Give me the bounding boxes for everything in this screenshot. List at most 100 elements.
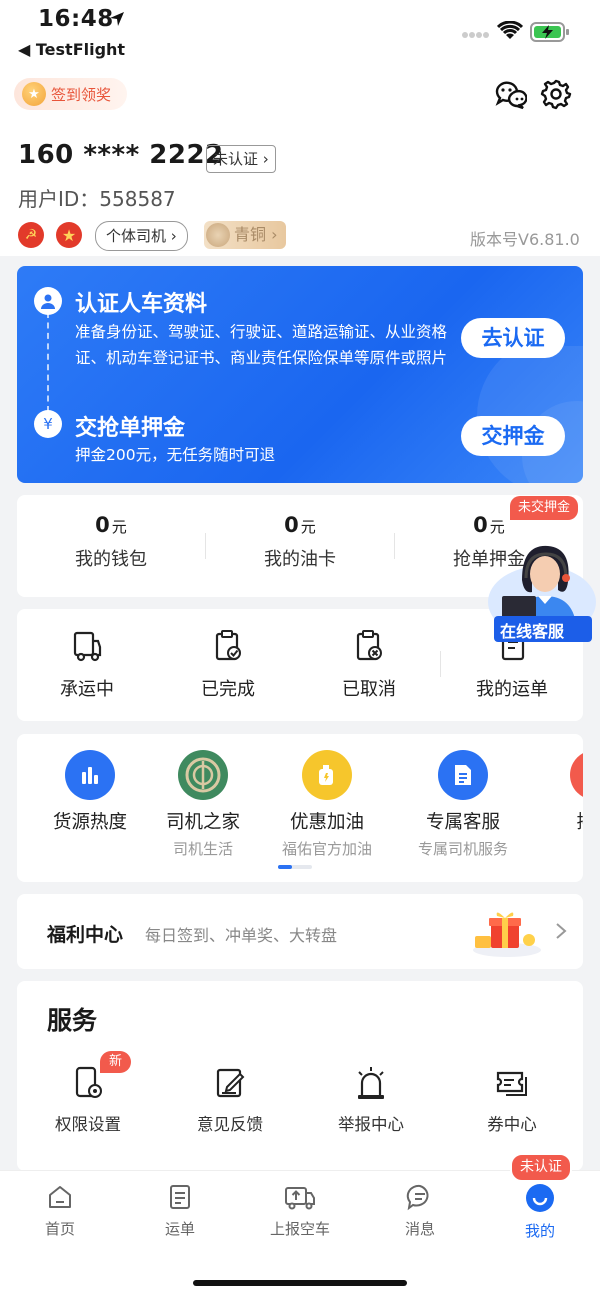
feature-subtitle: 专属司机服务: [417, 840, 508, 858]
order-cancelled[interactable]: 已取消: [299, 629, 439, 701]
order-in-transit[interactable]: 承运中: [17, 629, 157, 701]
home-indicator[interactable]: [193, 1280, 407, 1286]
gift-box-icon: [473, 912, 541, 957]
feature-fuel-discount[interactable]: 优惠加油 福佑官方加油: [265, 750, 389, 859]
medal-icon: ★: [22, 82, 46, 106]
wallet-unit: 元: [111, 518, 127, 536]
party-emblem-icon: ☭: [18, 222, 44, 248]
feature-title: 优惠加油: [289, 812, 364, 833]
feature-driver-home[interactable]: 司机之家 司机生活: [141, 750, 265, 859]
fuel-icon: [302, 750, 352, 800]
deposit-unpaid-badge: 未交押金: [510, 496, 579, 520]
step2-title: 交抢单押金: [75, 416, 186, 441]
verify-status-tag[interactable]: 未认证 ›: [206, 145, 276, 173]
step2-desc: 押金200元，无任务随时可退: [75, 446, 276, 464]
driver-type-tag[interactable]: 个体司机 ›: [95, 221, 188, 251]
fuel-card-label: 我的油卡: [264, 549, 336, 570]
features-carousel: 货源热度 司机之家 司机生活 优惠加油 福佑官方加油 专属客服 专属司机服务 ♪…: [17, 734, 583, 882]
driver-home-logo-icon: [178, 750, 228, 800]
level-tag[interactable]: 青铜 ›: [204, 221, 286, 249]
lottery-icon: ♪: [570, 750, 583, 800]
deposit-value: 0: [473, 513, 488, 537]
user-id: 用户ID：558587: [18, 187, 176, 211]
service-label: 举报中心: [338, 1115, 404, 1134]
wallet-value: 0: [95, 513, 110, 537]
bronze-coin-icon: [206, 223, 230, 247]
welfare-title: 福利中心: [47, 924, 124, 946]
app-version: 版本号V6.81.0: [470, 230, 580, 249]
chevron-right-icon: [556, 923, 567, 939]
verification-card: 认证人车资料 准备身份证、驾驶证、行驶证、道路运输证、从业资格证、机动车登记证书…: [17, 266, 583, 483]
service-label: 券中心: [487, 1115, 537, 1134]
my-wallet[interactable]: 0元 我的钱包: [17, 495, 205, 597]
tab-messages[interactable]: 消息: [360, 1183, 480, 1239]
deposit-unit: 元: [489, 518, 505, 536]
feature-cargo-heat[interactable]: 货源热度: [28, 750, 152, 834]
coupon-icon: [496, 1071, 527, 1096]
new-badge: 新: [100, 1051, 132, 1073]
feature-title: 摇签: [533, 808, 583, 834]
my-fuel-card[interactable]: 0元 我的油卡: [206, 495, 394, 597]
feature-title: 货源热度: [52, 812, 127, 833]
order-completed[interactable]: 已完成: [158, 629, 298, 701]
carousel-scroll-indicator: [278, 865, 312, 869]
wallet-label: 我的钱包: [75, 549, 147, 570]
feature-lottery[interactable]: ♪ 摇签: [533, 750, 583, 834]
star-badge-icon: ★: [56, 222, 82, 248]
step1-title: 认证人车资料: [75, 292, 208, 317]
alarm-siren-icon: [358, 1067, 384, 1099]
order-label: 承运中: [60, 679, 114, 700]
truck-icon: [73, 631, 102, 662]
verify-button[interactable]: 去认证: [461, 318, 565, 358]
user-icon: [34, 287, 62, 315]
services-section: 服务 权限设置 意见反馈 举报中心 券中心: [17, 981, 583, 1171]
settings-button[interactable]: [538, 76, 574, 112]
clipboard-check-icon: [215, 630, 241, 661]
tab-label: 首页: [44, 1220, 75, 1238]
feature-title: 专属客服: [425, 812, 500, 833]
step1-desc: 准备身份证、驾驶证、行驶证、道路运输证、从业资格证、机动车登记证书、商业责任保险…: [75, 323, 448, 367]
chat-icon: [495, 81, 527, 110]
level-label: 青铜 ›: [234, 225, 278, 244]
service-permission-settings[interactable]: 权限设置: [23, 1065, 153, 1135]
tab-waybill[interactable]: 运单: [120, 1183, 240, 1239]
status-time: 16:48: [38, 6, 114, 32]
tab-mine[interactable]: 我的: [480, 1183, 600, 1241]
clipboard-cancel-icon: [356, 630, 382, 661]
service-label: 权限设置: [55, 1115, 121, 1134]
tab-report-empty-truck[interactable]: 上报空车: [240, 1183, 360, 1239]
online-service-widget[interactable]: 在线客服: [486, 540, 596, 644]
service-feedback[interactable]: 意见反馈: [165, 1065, 295, 1135]
bar-chart-icon: [65, 750, 115, 800]
order-label: 已完成: [201, 679, 255, 700]
money-bag-icon: ¥: [34, 410, 62, 438]
tab-label: 上报空车: [269, 1220, 330, 1238]
back-to-testflight[interactable]: ◀ TestFlight: [18, 40, 125, 59]
step-connector: [47, 312, 49, 412]
sign-in-reward-button[interactable]: ★ 签到领奖: [14, 78, 128, 110]
service-report-center[interactable]: 举报中心: [306, 1065, 436, 1135]
tab-label: 我的: [524, 1222, 555, 1240]
service-coupon-center[interactable]: 券中心: [447, 1065, 577, 1135]
online-service-label: 在线客服: [500, 622, 565, 641]
feature-title: 司机之家: [165, 812, 240, 833]
truck-upload-icon: [285, 1187, 315, 1210]
profile-smile-icon: [526, 1184, 554, 1212]
feature-dedicated-service[interactable]: 专属客服 专属司机服务: [401, 750, 525, 859]
customer-chat-button[interactable]: [492, 76, 528, 112]
tab-home[interactable]: 首页: [0, 1183, 120, 1239]
edit-icon: [216, 1068, 245, 1098]
order-label: 我的运单: [476, 679, 548, 700]
document-icon: [438, 750, 488, 800]
pay-deposit-button[interactable]: 交押金: [461, 416, 565, 456]
tab-label: 运单: [164, 1220, 195, 1238]
service-label: 意见反馈: [197, 1115, 263, 1134]
welfare-center-banner[interactable]: 福利中心 每日签到、冲单奖、大转盘: [17, 894, 583, 969]
signal-icon: [462, 32, 489, 38]
feature-subtitle: 福佑官方加油: [281, 840, 372, 858]
fuel-card-value: 0: [284, 513, 299, 537]
welfare-desc: 每日签到、冲单奖、大转盘: [145, 926, 338, 945]
fuel-card-unit: 元: [300, 518, 316, 536]
tab-label: 消息: [404, 1220, 435, 1238]
battery-charging-icon: [530, 22, 569, 42]
